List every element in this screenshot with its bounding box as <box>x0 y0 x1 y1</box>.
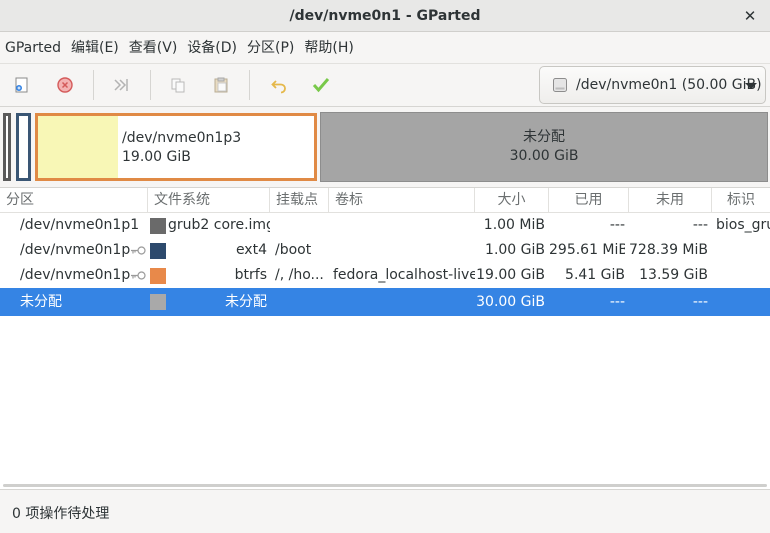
menu-partition[interactable]: 分区(P) <box>242 33 299 63</box>
cell-filesystem: 未分配 <box>225 294 267 310</box>
cell-partition: /dev/nvme0n1p1 <box>20 217 140 233</box>
unallocated-block-text: 未分配 30.00 GiB <box>323 128 765 166</box>
menu-device[interactable]: 设备(D) <box>182 33 242 63</box>
disk-icon <box>553 78 567 92</box>
toolbar-separator <box>150 70 151 100</box>
partition-block-p3-size: 19.00 GiB <box>122 149 191 165</box>
resize-move-button[interactable] <box>106 70 136 100</box>
used-space-fill <box>38 116 118 178</box>
toolbar-separator <box>249 70 250 100</box>
table-row[interactable]: /dev/nvme0n1p3 btrfs /, /ho... fedora_lo… <box>0 263 770 288</box>
cell-used: 5.41 GiB <box>565 267 625 283</box>
filesystem-color-swatch <box>150 243 166 259</box>
partition-block-p3[interactable]: /dev/nvme0n1p3 19.00 GiB <box>35 113 317 181</box>
cell-size: 1.00 MiB <box>483 217 545 233</box>
title-bar: /dev/nvme0n1 - GParted ✕ <box>0 0 770 32</box>
menu-view[interactable]: 查看(V) <box>124 33 183 63</box>
table-row[interactable]: /dev/nvme0n1p1 grub2 core.img 1.00 MiB -… <box>0 213 770 238</box>
column-header-partition[interactable]: 分区 <box>0 188 148 213</box>
table-header: 分区 文件系统 挂载点 卷标 大小 已用 未用 标识 <box>0 188 770 213</box>
toolbar: /dev/nvme0n1 (50.00 GiB) <box>0 63 770 107</box>
device-selector[interactable]: /dev/nvme0n1 (50.00 GiB) <box>539 66 766 104</box>
cell-unused: --- <box>692 217 708 233</box>
unallocated-block-size: 30.00 GiB <box>509 148 579 164</box>
key-icon <box>131 246 146 255</box>
column-header-label[interactable]: 卷标 <box>329 188 475 213</box>
resize-move-icon <box>114 79 128 91</box>
table-row[interactable]: /dev/nvme0n1p2 ext4 /boot 1.00 GiB 295.6… <box>0 238 770 263</box>
delete-icon <box>57 77 73 93</box>
column-header-unused[interactable]: 未用 <box>629 188 712 213</box>
column-header-flags[interactable]: 标识 <box>712 188 770 213</box>
menu-bar: GParted 编辑(E) 查看(V) 设备(D) 分区(P) 帮助(H) <box>0 33 770 63</box>
toolbar-separator <box>93 70 94 100</box>
column-header-mountpoint[interactable]: 挂载点 <box>270 188 329 213</box>
partition-block-p1[interactable] <box>3 113 11 181</box>
apply-button[interactable] <box>306 70 336 100</box>
cell-used: --- <box>609 217 625 233</box>
cell-partition: /dev/nvme0n1p2 <box>20 242 130 258</box>
new-partition-button[interactable] <box>7 70 37 100</box>
cell-unused: 728.39 MiB <box>629 242 708 258</box>
column-header-filesystem[interactable]: 文件系统 <box>148 188 270 213</box>
window-title: /dev/nvme0n1 - GParted <box>289 7 481 24</box>
close-icon[interactable]: ✕ <box>738 4 762 28</box>
cell-partition: /dev/nvme0n1p3 <box>20 267 130 283</box>
status-bar: 0 项操作待处理 <box>0 489 770 533</box>
column-header-used[interactable]: 已用 <box>549 188 629 213</box>
column-header-size[interactable]: 大小 <box>475 188 549 213</box>
table-row-selected[interactable]: 未分配 未分配 30.00 GiB --- --- <box>0 288 770 316</box>
unallocated-block-name: 未分配 <box>523 129 565 145</box>
cell-mountpoint: /, /ho... <box>275 267 324 283</box>
filesystem-color-swatch <box>150 218 166 234</box>
undo-icon <box>271 80 286 94</box>
cell-used: 295.61 MiB <box>549 242 625 258</box>
partition-block-p3-text: /dev/nvme0n1p3 19.00 GiB <box>122 129 241 167</box>
menu-gparted[interactable]: GParted <box>0 33 66 63</box>
cell-used: --- <box>609 294 625 310</box>
unallocated-block[interactable]: 未分配 30.00 GiB <box>320 112 768 182</box>
cell-label: fedora_localhost-live <box>333 267 475 283</box>
paste-button[interactable] <box>206 70 236 100</box>
cell-size: 1.00 GiB <box>485 242 545 258</box>
copy-button[interactable] <box>163 70 193 100</box>
cell-filesystem: btrfs <box>234 267 267 283</box>
cell-size: 19.00 GiB <box>476 267 545 283</box>
cell-unused: 13.59 GiB <box>639 267 708 283</box>
key-icon <box>131 271 146 280</box>
device-selector-label: /dev/nvme0n1 (50.00 GiB) <box>576 77 762 93</box>
cell-filesystem: ext4 <box>235 242 267 258</box>
pending-operations-status: 0 项操作待处理 <box>12 506 110 522</box>
copy-icon <box>171 78 185 93</box>
cell-flags: bios_grub <box>716 217 770 233</box>
cell-filesystem: grub2 core.img <box>168 217 270 233</box>
filesystem-color-swatch <box>150 294 166 310</box>
horizontal-scrollbar[interactable] <box>3 484 767 487</box>
partition-block-p2[interactable] <box>16 113 31 181</box>
new-partition-icon <box>15 77 28 93</box>
menu-help[interactable]: 帮助(H) <box>299 33 358 63</box>
partition-map: /dev/nvme0n1p3 19.00 GiB 未分配 30.00 GiB <box>0 107 770 187</box>
cell-partition: 未分配 <box>20 294 62 310</box>
cell-size: 30.00 GiB <box>476 294 545 310</box>
cell-unused: --- <box>692 294 708 310</box>
partition-block-p3-name: /dev/nvme0n1p3 <box>122 130 242 146</box>
partition-table: 分区 文件系统 挂载点 卷标 大小 已用 未用 标识 /dev/nvme0n1p… <box>0 187 770 489</box>
chevron-down-icon <box>745 83 757 89</box>
delete-partition-button[interactable] <box>50 70 80 100</box>
undo-button[interactable] <box>264 70 294 100</box>
paste-icon <box>214 77 228 93</box>
cell-mountpoint: /boot <box>275 242 312 258</box>
gparted-window: /dev/nvme0n1 - GParted ✕ GParted 编辑(E) 查… <box>0 0 770 533</box>
checkmark-icon <box>312 78 330 93</box>
filesystem-color-swatch <box>150 268 166 284</box>
menu-edit[interactable]: 编辑(E) <box>66 33 124 63</box>
